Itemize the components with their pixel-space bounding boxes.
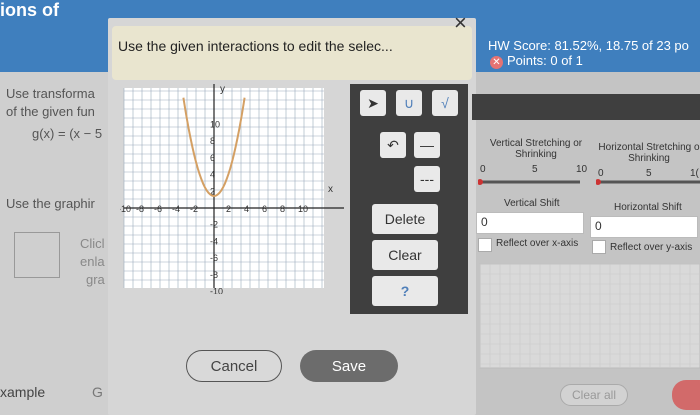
- y-tick-label: -4: [210, 236, 218, 246]
- y-axis-label: y: [220, 84, 225, 95]
- hint-text-3: gra: [86, 272, 105, 287]
- dashed-line-icon[interactable]: ---: [414, 166, 440, 192]
- example-link[interactable]: xample: [0, 384, 45, 400]
- help-tab[interactable]: [672, 380, 700, 410]
- page-title: ions of: [0, 0, 59, 20]
- question-text-2: of the given fun: [6, 104, 95, 119]
- points-text: Points: 0 of 1: [507, 53, 583, 68]
- thumbnail-icon[interactable]: [14, 232, 60, 278]
- x-circle-icon: ✕: [490, 56, 503, 69]
- delete-button[interactable]: Delete: [372, 204, 438, 234]
- y-tick-label: -2: [210, 220, 218, 230]
- x-tick-label: 10: [298, 204, 308, 214]
- save-button[interactable]: Save: [300, 350, 398, 382]
- hw-score: HW Score: 81.52%, 18.75 of 23 po: [488, 38, 689, 53]
- hw-score-panel: HW Score: 81.52%, 18.75 of 23 po ✕ Points…: [488, 38, 689, 69]
- x-tick-label: 8: [280, 204, 285, 214]
- get-more-link[interactable]: G: [92, 384, 103, 400]
- solid-line-icon[interactable]: —: [414, 132, 440, 158]
- x-tick-label: 2: [226, 204, 231, 214]
- function-text: g(x) = (x − 5: [32, 126, 103, 141]
- cancel-button[interactable]: Cancel: [186, 350, 282, 382]
- points-row: ✕ Points: 0 of 1: [490, 53, 689, 69]
- hint-text-2: enla: [80, 254, 105, 269]
- reflect-x-label: Reflect over x-axis: [496, 238, 579, 249]
- x-tick-label: 4: [244, 204, 249, 214]
- x-axis-label: x: [328, 184, 333, 195]
- instruction-text: Use the graphir: [6, 196, 95, 211]
- y-tick-label: -10: [210, 287, 223, 294]
- undo-icon[interactable]: ↶: [380, 132, 406, 158]
- reflect-x-checkbox[interactable]: [478, 238, 492, 252]
- v-stretch-tick-0: 0: [480, 164, 486, 175]
- y-tick-label: 10: [210, 119, 220, 129]
- vertical-stretch-label: Vertical Stretching or Shrinking: [489, 138, 583, 160]
- h-stretch-tick-10: 1(: [690, 168, 699, 179]
- hint-text-1: Clicl: [80, 236, 105, 251]
- horizontal-stretch-label: Horizontal Stretching o Shrinking: [598, 142, 700, 164]
- h-stretch-tick-5: 5: [646, 168, 652, 179]
- reflect-y-checkbox[interactable]: [592, 240, 606, 254]
- parabola-icon[interactable]: ∪: [396, 90, 422, 116]
- horizontal-shift-input[interactable]: 0: [590, 216, 698, 238]
- question-text-1: Use transforma: [6, 86, 95, 101]
- x-tick-label: -8: [136, 204, 144, 214]
- y-tick-label: 4: [210, 170, 215, 180]
- reflect-y-label: Reflect over y-axis: [610, 242, 693, 253]
- v-stretch-tick-5: 5: [532, 164, 538, 175]
- x-tick-label: 6: [262, 204, 267, 214]
- preview-graph: [479, 263, 700, 369]
- vertical-shift-label: Vertical Shift: [504, 198, 560, 209]
- help-button[interactable]: ?: [372, 276, 438, 306]
- transform-header-strip: [472, 94, 700, 120]
- y-tick-label: 6: [210, 153, 215, 163]
- clear-all-button[interactable]: Clear all: [560, 384, 628, 406]
- x-tick-label: -2: [190, 204, 198, 214]
- vertical-shift-input[interactable]: 0: [476, 212, 584, 234]
- close-icon[interactable]: ×: [454, 10, 467, 36]
- coordinate-graph[interactable]: y x -10-8-6-4-2246810 108642-2-4-6-8-10: [120, 84, 352, 294]
- x-tick-label: -6: [154, 204, 162, 214]
- prompt-text: Use the given interactions to edit the s…: [118, 38, 393, 54]
- x-tick-label: -10: [120, 204, 131, 214]
- y-tick-label: 8: [210, 136, 215, 146]
- y-tick-label: -6: [210, 253, 218, 263]
- y-tick-label: -8: [210, 270, 218, 280]
- clear-button[interactable]: Clear: [372, 240, 438, 270]
- pointer-icon[interactable]: ➤: [360, 90, 386, 116]
- horizontal-shift-label: Horizontal Shift: [614, 202, 682, 213]
- vertical-stretch-slider[interactable]: [478, 172, 582, 188]
- v-stretch-tick-10: 10: [576, 164, 588, 175]
- sqrt-curve-icon[interactable]: √: [432, 90, 458, 116]
- x-tick-label: -4: [172, 204, 180, 214]
- h-stretch-tick-0: 0: [598, 168, 604, 179]
